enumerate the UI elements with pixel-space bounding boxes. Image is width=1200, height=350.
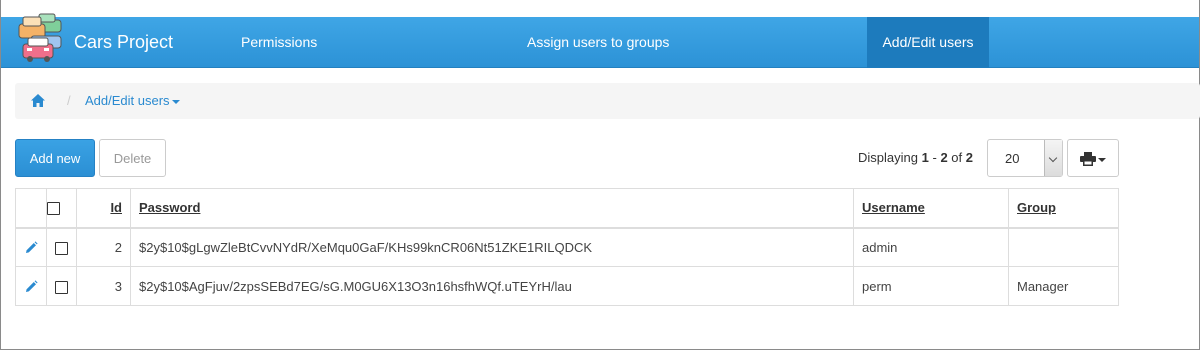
pencil-icon[interactable] — [24, 280, 38, 294]
nav-item-add-edit-users[interactable]: Add/Edit users — [867, 17, 989, 68]
group-cell: Manager — [1008, 266, 1119, 306]
caret-down-icon — [171, 99, 180, 104]
print-dropdown-button[interactable] — [1067, 139, 1119, 177]
table-row: 3 $2y$10$AgFjuv/2zpsSEBd7EG/sG.M0GU6X13O… — [15, 266, 1119, 306]
range-start: 1 — [921, 150, 929, 165]
range-end: 2 — [940, 150, 948, 165]
header-select-cell — [46, 188, 77, 228]
page-size-select[interactable]: 20 — [987, 139, 1063, 177]
group-cell — [1008, 227, 1119, 267]
header-id-label: Id — [110, 200, 122, 216]
displaying-prefix: Displaying — [858, 150, 918, 165]
breadcrumb-separator: / — [67, 93, 71, 108]
navbar: Cars Project Permissions Assign users to… — [1, 13, 1199, 68]
caret-down-icon — [1098, 158, 1106, 162]
of-label: of — [951, 150, 963, 165]
home-icon[interactable] — [30, 93, 46, 108]
header-password[interactable]: Password — [130, 188, 854, 228]
users-table: Id Password Username Group 2 $2y$10$gLgw… — [15, 188, 1119, 306]
select-all-checkbox[interactable] — [47, 202, 60, 216]
table-header-row: Id Password Username Group — [15, 188, 1119, 228]
id-cell: 2 — [76, 227, 131, 267]
username-cell: perm — [853, 266, 1009, 306]
breadcrumb-current-label: Add/Edit users — [85, 93, 170, 108]
header-group-label: Group — [1017, 200, 1056, 216]
add-new-button[interactable]: Add new — [15, 139, 95, 177]
row-checkbox[interactable] — [55, 241, 68, 255]
nav-item-permissions[interactable]: Permissions — [241, 17, 317, 68]
select-cell — [46, 227, 77, 267]
select-cell — [46, 266, 77, 306]
chevron-down-icon[interactable] — [1044, 140, 1062, 176]
delete-button[interactable]: Delete — [99, 139, 166, 177]
breadcrumb: / Add/Edit users — [15, 83, 1200, 119]
id-cell: 3 — [76, 266, 131, 306]
table-row: 2 $2y$10$gLgwZleBtCvvNYdR/XeMqu0GaF/KHs9… — [15, 227, 1119, 267]
header-username-label: Username — [862, 200, 925, 216]
printer-icon — [1080, 152, 1096, 166]
range-separator: - — [932, 150, 937, 165]
header-edit-cell — [15, 188, 47, 228]
header-id[interactable]: Id — [76, 188, 131, 228]
pencil-icon[interactable] — [24, 241, 38, 255]
password-cell: $2y$10$AgFjuv/2zpsSEBd7EG/sG.M0GU6X13O3n… — [130, 266, 854, 306]
row-checkbox[interactable] — [55, 280, 68, 294]
cars-logo-icon — [18, 13, 62, 62]
app-title: Cars Project — [74, 32, 174, 52]
edit-cell — [15, 266, 47, 306]
page-size-value: 20 — [1005, 151, 1020, 166]
displaying-summary: Displaying 1 - 2 of 2 — [858, 150, 973, 165]
password-cell: $2y$10$gLgwZleBtCvvNYdR/XeMqu0GaF/KHs99k… — [130, 227, 854, 267]
header-username[interactable]: Username — [853, 188, 1009, 228]
breadcrumb-current-dropdown[interactable]: Add/Edit users — [85, 93, 180, 108]
header-password-label: Password — [139, 200, 201, 216]
edit-cell — [15, 227, 47, 267]
username-cell: admin — [853, 227, 1009, 267]
nav-item-assign-users[interactable]: Assign users to groups — [527, 17, 669, 68]
total-count: 2 — [965, 150, 973, 165]
header-group[interactable]: Group — [1008, 188, 1119, 228]
